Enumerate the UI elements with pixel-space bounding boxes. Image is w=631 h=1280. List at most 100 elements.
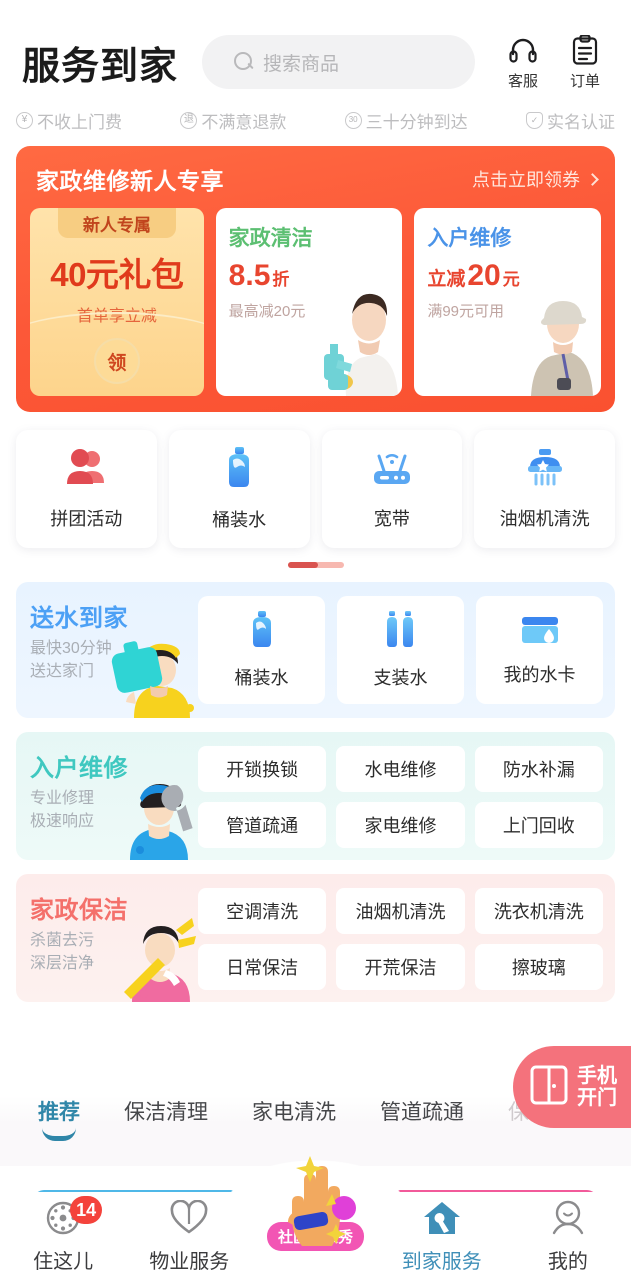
section-title: 入户维修 (30, 755, 128, 782)
orders-label: 订单 (569, 73, 600, 90)
water-service-label: 我的水卡 (503, 664, 576, 685)
notification-badge: 14 (70, 1196, 103, 1224)
home-wrench-icon (422, 1198, 462, 1238)
carousel-pager[interactable] (0, 562, 631, 568)
nav-item-profile[interactable]: 我的 (505, 1192, 631, 1280)
section-heading-block: 送水到家 最快30分钟 送达家门 (30, 598, 195, 683)
water-card-icon (520, 614, 560, 651)
quick-entry-label: 拼团活动 (50, 509, 123, 529)
badge-no-visit-fee: ¥ 不收上门费 (16, 108, 122, 133)
water-service-barreled[interactable]: 桶装水 (198, 596, 325, 704)
nav-label: 物业服务 (149, 1251, 230, 1273)
badge-label: 实名认证 (546, 112, 615, 132)
coupon-card-gift[interactable]: 新人专属 40元礼包 首单享立减 领 (30, 208, 204, 396)
cleaning-item[interactable]: 日常保洁 (198, 944, 327, 990)
nav-item-property-service[interactable]: 物业服务 (126, 1192, 252, 1280)
tab-label: 推荐 (38, 1101, 80, 1124)
repair-item[interactable]: 防水补漏 (474, 746, 603, 792)
repair-item[interactable]: 水电维修 (336, 746, 465, 792)
coupon-claim-button[interactable]: 领 (93, 338, 140, 384)
nav-item-community-show[interactable]: 社区达人秀 (252, 1156, 378, 1280)
search-input[interactable]: 搜索商品 (202, 35, 475, 89)
water-service-cards: 桶装水 支装水 我的水卡 (198, 596, 603, 704)
nav-label: 到家服务 (401, 1251, 482, 1273)
compass-icon: 14 (44, 1196, 103, 1238)
nav-label: 住这儿 (33, 1251, 94, 1273)
coupon-card-cleaning[interactable]: 家政清洁 8.5 折 最高减20元 (215, 208, 403, 396)
nav-label: 我的 (547, 1251, 588, 1273)
cleaning-item[interactable]: 擦玻璃 (474, 944, 603, 990)
cleaning-service-grid: 空调清洗 油烟机清洗 洗衣机清洗 日常保洁 开荒保洁 擦玻璃 (198, 888, 603, 990)
badge-thirty-minutes: 30 三十分钟到达 (344, 108, 468, 133)
coupon-card-repair[interactable]: 入户维修 立减 20 元 满99元可用 (414, 208, 602, 396)
water-service-bottled[interactable]: 支装水 (337, 596, 464, 704)
water-service-my-card[interactable]: 我的水卡 (476, 596, 603, 704)
cleaning-item[interactable]: 开荒保洁 (336, 944, 465, 990)
tab-appliance-cleaning[interactable]: 家电清洗 (252, 1096, 336, 1126)
claim-coupon-label: 点击立即领券 (472, 170, 580, 190)
cleaning-item[interactable]: 空调清洗 (198, 888, 327, 934)
water-service-label: 桶装水 (234, 667, 289, 688)
heart-icon (169, 1198, 209, 1238)
tab-pipe-dredging[interactable]: 管道疏通 (380, 1096, 464, 1126)
coupon-heading: 入户维修 (427, 227, 512, 250)
phone-unlock-door-label: 手机 开门 (577, 1064, 617, 1109)
repair-item[interactable]: 上门回收 (474, 802, 603, 848)
repair-item[interactable]: 管道疏通 (198, 802, 327, 848)
search-icon (234, 52, 254, 72)
cleaning-item[interactable]: 油烟机清洗 (336, 888, 465, 934)
section-subtitle: 最快30分钟 送达家门 (30, 640, 112, 680)
quick-entry-label: 宽带 (373, 509, 410, 529)
hand-rock-icon (287, 1156, 356, 1246)
pager-active-dot (287, 562, 318, 568)
nav-item-live-here[interactable]: 14 住这儿 (0, 1192, 126, 1280)
claim-coupon-button[interactable]: 点击立即领券 (472, 166, 599, 192)
section-heading-block: 家政保洁 杀菌去污 深层洁净 (30, 890, 195, 975)
new-user-coupon-banner[interactable]: 家政维修新人专享 点击立即领券 新人专属 40元礼包 首单享立减 领 家政清洁 … (16, 146, 615, 412)
quick-entry-range-hood-clean[interactable]: 油烟机清洗 (474, 430, 615, 548)
customer-service-label: 客服 (507, 73, 538, 90)
quick-entry-group-buy[interactable]: 拼团活动 (16, 430, 157, 548)
phone-unlock-door-button[interactable]: 手机 开门 (513, 1046, 631, 1128)
range-hood-icon (523, 447, 567, 492)
cleaning-item[interactable]: 洗衣机清洗 (474, 888, 603, 934)
orders-button[interactable]: 订单 (557, 33, 613, 91)
door-icon (529, 1063, 569, 1112)
quick-entry-label: 油烟机清洗 (499, 509, 590, 529)
customer-service-button[interactable]: 客服 (495, 33, 551, 91)
repair-service-grid: 开锁换锁 水电维修 防水补漏 管道疏通 家电维修 上门回收 (198, 746, 603, 848)
tab-cleaning[interactable]: 保洁清理 (124, 1096, 208, 1126)
nav-item-home-service[interactable]: 到家服务 (379, 1192, 505, 1280)
repair-item[interactable]: 家电维修 (336, 802, 465, 848)
clock30-icon: 30 (344, 111, 362, 129)
coupon-tag: 新人专属 (57, 208, 176, 238)
feature-badges: ¥ 不收上门费 退 不满意退款 30 三十分钟到达 ✓ 实名认证 (0, 98, 631, 138)
coupon-discount-number: 20 (467, 259, 501, 292)
router-icon (369, 447, 415, 492)
app-root: 服务到家 搜索商品 客服 订单 ¥ 不收上门费 退 不满意退款 30 三十分钟到… (0, 0, 631, 1280)
bottom-navigation: 14 住这儿 物业服务 社区达人秀 (0, 1156, 631, 1280)
coupon-list: 新人专属 40元礼包 首单享立减 领 家政清洁 8.5 折 最高减20元 入户维… (30, 208, 602, 396)
coupon-discount-number: 8.5 (228, 259, 271, 292)
water-barrel-icon (246, 610, 278, 654)
banner-header: 家政维修新人专享 点击立即领券 (30, 160, 601, 208)
quick-entry-broadband[interactable]: 宽带 (321, 430, 463, 548)
badge-verified: ✓ 实名认证 (525, 108, 615, 133)
quick-entry-label: 桶装水 (212, 510, 267, 530)
repair-item[interactable]: 开锁换锁 (198, 746, 327, 792)
coupon-amount: 40元礼包 (50, 256, 184, 293)
badge-refund: 退 不满意退款 (180, 108, 286, 133)
page-title: 服务到家 (22, 43, 179, 88)
section-heading-block: 入户维修 专业修理 极速响应 (30, 748, 195, 833)
coupon-heading: 家政清洁 (228, 227, 313, 250)
banner-title: 家政维修新人专享 (36, 168, 224, 194)
man-technician-photo (531, 301, 594, 396)
water-service-label: 支装水 (373, 667, 428, 688)
tab-recommended[interactable]: 推荐 (38, 1096, 80, 1141)
section-subtitle: 专业修理 极速响应 (30, 790, 95, 830)
shield-check-icon: ✓ (525, 111, 543, 129)
quick-entry-barreled-water[interactable]: 桶装水 (168, 430, 310, 548)
headset-icon (495, 33, 551, 67)
water-barrel-icon (221, 446, 257, 493)
woman-cleaner-photo (324, 293, 399, 396)
